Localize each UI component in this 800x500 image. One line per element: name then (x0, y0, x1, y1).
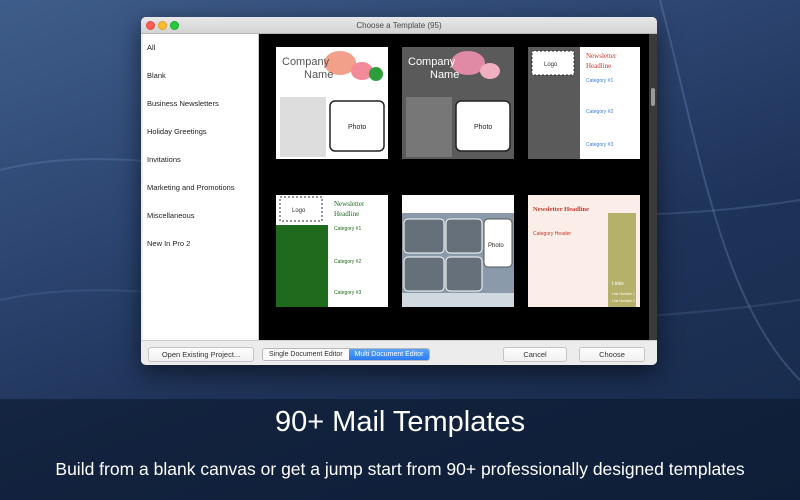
svg-text:Photo: Photo (474, 124, 492, 131)
svg-text:Headline: Headline (334, 210, 359, 218)
svg-text:Category #2: Category #2 (334, 259, 361, 265)
open-existing-project-button[interactable]: Open Existing Project... (148, 347, 254, 362)
single-document-editor-tab[interactable]: Single Document Editor (263, 349, 349, 360)
template-thumbnail[interactable]: Logo Newsletter Headline Category #1 Cat… (528, 47, 640, 159)
sidebar-item-blank[interactable]: Blank (143, 62, 258, 90)
promo-headline: 90+ Mail Templates (274, 406, 526, 438)
svg-text:Company: Company (408, 56, 456, 68)
sidebar-item-miscellaneous[interactable]: Miscellaneous (143, 202, 258, 230)
scrollbar-thumb[interactable] (651, 88, 655, 106)
svg-text:Name: Name (430, 69, 459, 81)
sidebar-item-business-newsletters[interactable]: Business Newsletters (143, 90, 258, 118)
choose-button[interactable]: Choose (579, 347, 645, 362)
multi-document-editor-tab[interactable]: Multi Document Editor (348, 349, 430, 360)
promo-subtitle: Build from a blank canvas or get a jump … (55, 459, 745, 479)
sidebar-item-new-in-pro-2[interactable]: New In Pro 2 (143, 230, 258, 258)
svg-text:Links: Links (612, 281, 624, 287)
title-bar: Choose a Template (95) (141, 17, 657, 34)
zoom-button[interactable] (170, 21, 179, 30)
svg-text:Link Number 1: Link Number 1 (612, 292, 635, 296)
svg-text:Company: Company (282, 56, 330, 68)
window-title: Choose a Template (95) (356, 21, 442, 30)
svg-text:Category #2: Category #2 (586, 109, 613, 115)
template-thumbnail[interactable]: Photo (402, 195, 514, 307)
minimize-button[interactable] (158, 21, 167, 30)
svg-text:Newsletter Headline: Newsletter Headline (533, 206, 589, 213)
svg-text:Photo: Photo (488, 243, 504, 249)
svg-text:Category #1: Category #1 (334, 226, 361, 232)
svg-text:Logo: Logo (544, 62, 558, 68)
svg-text:Photo: Photo (348, 124, 366, 131)
svg-text:Name: Name (304, 69, 333, 81)
svg-text:Headline: Headline (586, 62, 611, 70)
sidebar-item-marketing-and-promotions[interactable]: Marketing and Promotions (143, 174, 258, 202)
svg-text:Category Header: Category Header (533, 231, 571, 237)
svg-text:Link Number 2: Link Number 2 (612, 299, 635, 303)
template-thumbnail[interactable]: Logo Newsletter Headline Category #1 Cat… (276, 195, 388, 307)
template-thumbnail[interactable]: Company Name Photo (276, 47, 388, 159)
sidebar-item-invitations[interactable]: Invitations (143, 146, 258, 174)
svg-text:Newsletter: Newsletter (334, 200, 365, 208)
template-thumbnail[interactable]: Newsletter Headline Category Header Link… (528, 195, 640, 307)
category-sidebar: All Blank Business Newsletters Holiday G… (143, 34, 259, 340)
svg-text:Category #3: Category #3 (334, 290, 361, 296)
editor-mode-segmented-control: Single Document Editor Multi Document Ed… (262, 348, 431, 361)
svg-text:Category #3: Category #3 (586, 142, 613, 148)
template-chooser-window: Choose a Template (95) All Blank Busines… (141, 17, 657, 365)
cancel-button[interactable]: Cancel (503, 347, 567, 362)
svg-text:Newsletter: Newsletter (586, 52, 617, 60)
sidebar-item-all[interactable]: All (143, 34, 258, 62)
bottom-bar: Open Existing Project... Single Document… (141, 340, 657, 365)
svg-text:Category #1: Category #1 (586, 78, 613, 84)
svg-text:Logo: Logo (292, 208, 306, 214)
template-grid: Company Name Photo Company Name Photo Lo… (259, 34, 649, 340)
template-thumbnail[interactable]: Company Name Photo (402, 47, 514, 159)
sidebar-item-holiday-greetings[interactable]: Holiday Greetings (143, 118, 258, 146)
close-button[interactable] (146, 21, 155, 30)
grid-scrollbar[interactable] (649, 34, 657, 340)
